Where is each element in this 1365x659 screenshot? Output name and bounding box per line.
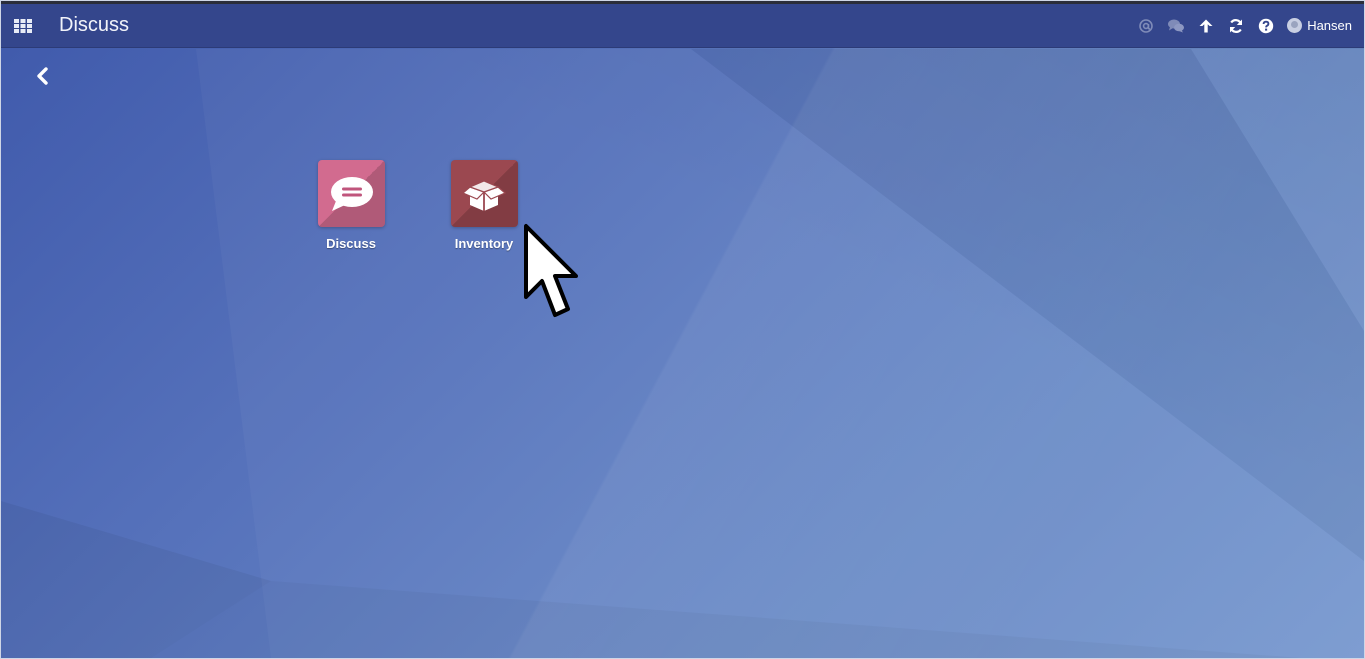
user-name: Hansen	[1307, 18, 1352, 33]
refresh-icon	[1230, 18, 1243, 33]
app-label-inventory: Inventory	[454, 236, 514, 251]
mentions-button[interactable]	[1131, 11, 1161, 41]
avatar	[1287, 18, 1303, 33]
systray: Hansen	[1131, 4, 1364, 48]
top-navbar: Discuss Hansen	[1, 1, 1364, 48]
at-mention-icon	[1139, 18, 1153, 33]
messaging-button[interactable]	[1161, 11, 1191, 41]
background-shapes	[1, 49, 1364, 658]
app-label-discuss: Discuss	[326, 236, 376, 251]
chat-bubbles-icon	[1168, 19, 1185, 32]
mouse-pointer-icon	[524, 224, 578, 317]
apps-menu-button[interactable]	[1, 4, 45, 48]
app-icon-inventory	[450, 160, 518, 227]
speech-bubble-icon	[331, 176, 373, 211]
upload-button[interactable]	[1191, 11, 1221, 41]
app-title: Discuss	[59, 14, 130, 36]
chevron-left-icon	[37, 67, 48, 85]
arrow-up-icon	[1199, 19, 1213, 32]
open-box-icon	[461, 179, 507, 211]
user-menu[interactable]: Hansen	[1281, 11, 1358, 41]
back-button[interactable]	[29, 63, 55, 89]
app-tile-inventory[interactable]: Inventory	[439, 160, 529, 270]
help-icon	[1258, 18, 1274, 33]
app-tile-discuss[interactable]: Discuss	[306, 160, 396, 270]
refresh-button[interactable]	[1221, 11, 1251, 41]
help-button[interactable]	[1251, 11, 1281, 41]
app-icon-discuss	[317, 160, 385, 227]
grid-icon	[14, 18, 32, 33]
app-switcher-screen: Discuss Hansen Discuss Inventory	[0, 0, 1365, 659]
